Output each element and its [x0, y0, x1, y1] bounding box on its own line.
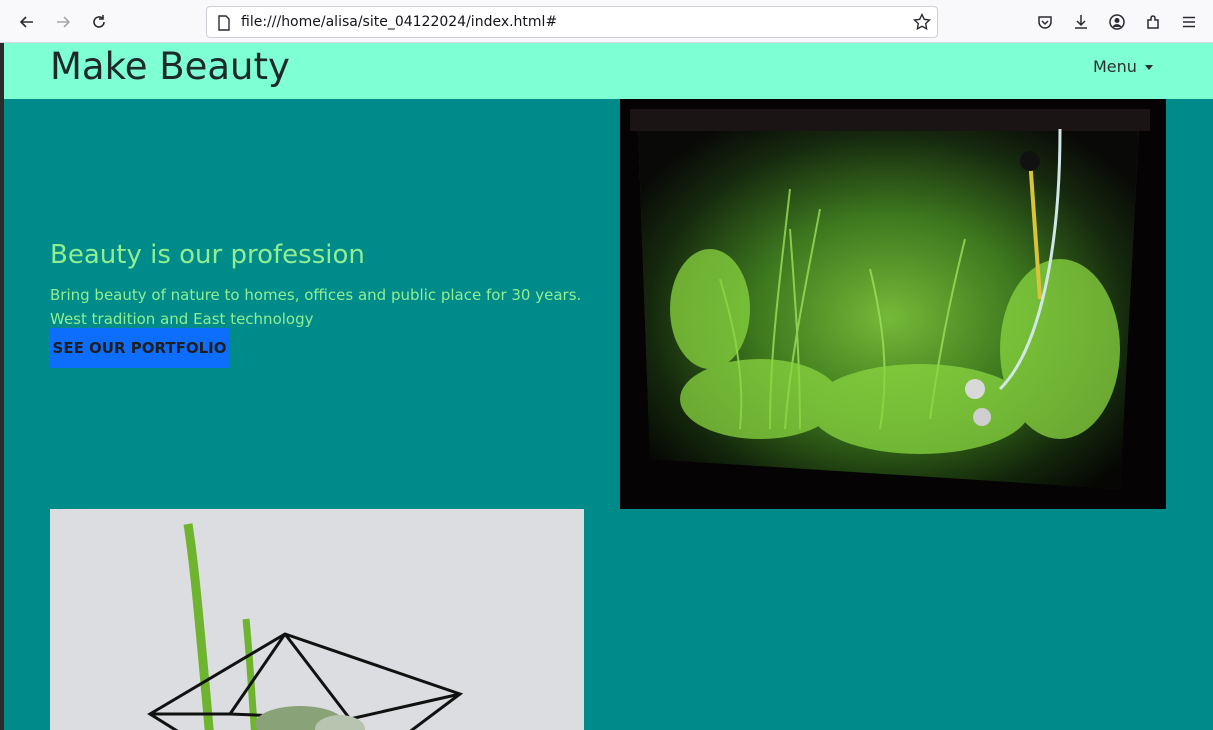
page-icon: [217, 15, 231, 35]
menu-label: Menu: [1093, 57, 1137, 76]
address-bar[interactable]: file:///home/alisa/site_04122024/index.h…: [206, 6, 938, 38]
site-navbar: Make Beauty Menu: [4, 43, 1213, 99]
download-icon[interactable]: [1069, 10, 1093, 34]
hero-text: Bring beauty of nature to homes, offices…: [50, 286, 582, 328]
account-icon[interactable]: [1105, 10, 1129, 34]
url-text: file:///home/alisa/site_04122024/index.h…: [241, 14, 558, 30]
bookmark-star-icon[interactable]: [912, 12, 932, 35]
aquarium-image: [620, 99, 1166, 509]
back-arrow-icon[interactable]: [15, 10, 39, 34]
reload-icon[interactable]: [87, 10, 111, 34]
browser-toolbar: file:///home/alisa/site_04122024/index.h…: [0, 0, 1213, 43]
pocket-icon[interactable]: [1033, 10, 1057, 34]
extensions-icon[interactable]: [1141, 10, 1165, 34]
caret-down-icon: [1144, 65, 1153, 70]
hamburger-menu-icon[interactable]: [1177, 10, 1201, 34]
page-viewport: Make Beauty Menu Beauty is our professio…: [4, 43, 1213, 730]
forward-arrow-icon[interactable]: [51, 10, 75, 34]
terrarium-image: [50, 509, 584, 730]
portfolio-button[interactable]: SEE OUR PORTFOLIO: [50, 328, 229, 368]
menu-dropdown-toggle[interactable]: Menu: [1093, 57, 1153, 76]
site-brand[interactable]: Make Beauty: [50, 45, 290, 88]
hero-title: Beauty is our profession: [50, 240, 365, 270]
